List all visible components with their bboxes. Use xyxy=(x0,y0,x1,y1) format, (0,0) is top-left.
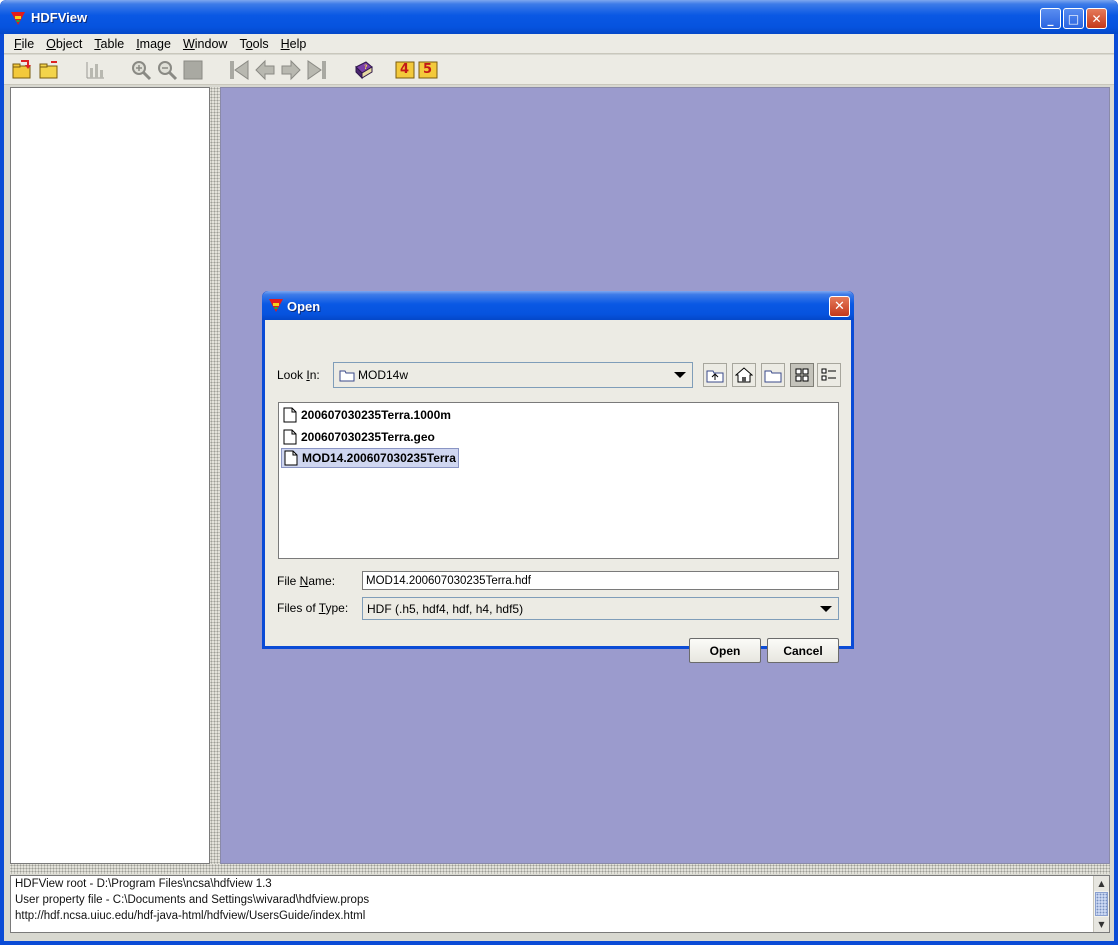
new-folder-icon xyxy=(764,370,782,383)
status-log-pane[interactable]: HDFView root - D:\Program Files\ncsa\hdf… xyxy=(10,875,1110,933)
menu-file[interactable]: File xyxy=(10,37,42,51)
dialog-title: Open xyxy=(287,299,321,314)
menu-window[interactable]: Window xyxy=(179,37,235,51)
zoom-out-button[interactable] xyxy=(155,58,179,82)
svg-text:?: ? xyxy=(364,64,368,71)
scroll-down-arrow-icon[interactable]: ▼ xyxy=(1094,917,1109,932)
details-view-icon xyxy=(821,368,836,381)
look-in-label: Look In: xyxy=(277,368,320,382)
list-item-selected[interactable]: MOD14.200607030235Terra xyxy=(281,448,459,468)
close-icon: ✕ xyxy=(1091,11,1102,26)
details-view-button[interactable] xyxy=(817,363,841,387)
menu-object[interactable]: Object xyxy=(42,37,90,51)
tree-view-pane[interactable] xyxy=(10,87,210,864)
title-bar[interactable]: HDFView _ □ ✕ xyxy=(0,0,1118,34)
next-page-icon xyxy=(281,59,301,81)
toolbar: ? 4 5 xyxy=(4,55,1114,85)
folder-icon xyxy=(339,370,355,382)
scroll-thumb[interactable] xyxy=(1095,892,1108,916)
list-view-icon xyxy=(795,368,809,382)
list-view-button[interactable] xyxy=(790,363,814,387)
list-item[interactable]: 200607030235Terra.geo xyxy=(281,427,437,447)
help-book-icon: ? xyxy=(355,61,373,80)
open-dialog: Open ✕ Look In: MOD14w 200607030235Terra… xyxy=(262,291,854,663)
look-in-combo[interactable]: MOD14w xyxy=(333,362,693,388)
chart-icon xyxy=(86,62,104,79)
chevron-down-icon[interactable] xyxy=(674,372,686,378)
hdfview-app-icon xyxy=(269,299,283,312)
hdf4-label: 4 xyxy=(400,62,410,77)
list-item[interactable]: 200607030235Terra.1000m xyxy=(281,405,453,425)
stop-icon xyxy=(183,60,203,80)
hdf5-label: 5 xyxy=(423,62,433,77)
help-book-button[interactable]: ? xyxy=(351,58,375,82)
maximize-icon: □ xyxy=(1067,11,1080,26)
chart-button[interactable] xyxy=(83,58,107,82)
vertical-splitter[interactable] xyxy=(210,87,220,864)
file-name-label: File Name: xyxy=(277,574,336,588)
previous-page-icon xyxy=(255,59,275,81)
menu-tools[interactable]: Tools xyxy=(235,37,276,51)
menu-image[interactable]: Image xyxy=(132,37,179,51)
home-button[interactable] xyxy=(732,363,756,387)
close-icon: ✕ xyxy=(834,299,845,314)
menu-table[interactable]: Table xyxy=(90,37,132,51)
file-name-text: 200607030235Terra.geo xyxy=(301,430,435,444)
open-folder-button[interactable] xyxy=(37,58,61,82)
dialog-close-button[interactable]: ✕ xyxy=(829,296,850,317)
hdfview-app-icon xyxy=(11,12,25,25)
files-of-type-value: HDF (.h5, hdf4, hdf, h4, hdf5) xyxy=(367,601,524,616)
status-line-props: User property file - C:\Documents and Se… xyxy=(15,894,370,906)
file-icon xyxy=(284,450,298,466)
file-icon xyxy=(283,429,297,445)
dialog-title-bar[interactable]: Open ✕ xyxy=(262,291,854,320)
files-of-type-combo[interactable]: HDF (.h5, hdf4, hdf, h4, hdf5) xyxy=(362,597,839,620)
file-name-text: 200607030235Terra.1000m xyxy=(301,408,451,422)
files-of-type-label: Files of Type: xyxy=(277,601,349,615)
hdf5-button[interactable]: 5 xyxy=(417,58,439,82)
menu-bar: File Object Table Image Window Tools Hel… xyxy=(4,34,1114,54)
next-page-button[interactable] xyxy=(279,58,303,82)
open-folder-icon xyxy=(39,61,58,79)
zoom-in-icon xyxy=(132,61,152,81)
last-page-button[interactable] xyxy=(305,58,329,82)
status-line-root: HDFView root - D:\Program Files\ncsa\hdf… xyxy=(15,878,272,890)
up-one-level-button[interactable] xyxy=(703,363,727,387)
new-folder-button[interactable] xyxy=(761,363,785,387)
maximize-button[interactable]: □ xyxy=(1063,8,1084,29)
look-in-value: MOD14w xyxy=(358,368,409,382)
chevron-down-icon[interactable] xyxy=(820,605,832,612)
hdf4-button[interactable]: 4 xyxy=(394,58,416,82)
file-list[interactable]: 200607030235Terra.1000m 200607030235Terr… xyxy=(278,402,839,559)
file-name-text: MOD14.200607030235Terra xyxy=(302,451,456,465)
menu-help[interactable]: Help xyxy=(277,37,315,51)
file-name-field[interactable]: MOD14.200607030235Terra.hdf xyxy=(362,571,839,590)
open-file-icon xyxy=(12,60,31,79)
stop-button[interactable] xyxy=(181,58,205,82)
first-page-button[interactable] xyxy=(227,58,251,82)
minimize-icon: _ xyxy=(1047,11,1054,26)
previous-page-button[interactable] xyxy=(253,58,277,82)
up-folder-icon xyxy=(706,370,724,383)
window-title: HDFView xyxy=(31,10,88,25)
scroll-up-arrow-icon[interactable]: ▲ xyxy=(1094,876,1109,891)
minimize-button[interactable]: _ xyxy=(1040,8,1061,29)
horizontal-splitter[interactable] xyxy=(10,864,1110,874)
cancel-button[interactable]: Cancel xyxy=(767,638,839,663)
zoom-in-button[interactable] xyxy=(129,58,153,82)
dialog-body: Look In: MOD14w 200607030235Terra.1000m xyxy=(265,320,851,663)
status-line-url: http://hdf.ncsa.uiuc.edu/hdf-java-html/h… xyxy=(15,910,366,922)
zoom-out-icon xyxy=(158,61,178,81)
open-file-button[interactable] xyxy=(10,58,34,82)
close-button[interactable]: ✕ xyxy=(1086,8,1107,29)
home-icon xyxy=(735,367,753,383)
open-button[interactable]: Open xyxy=(689,638,761,663)
file-icon xyxy=(283,407,297,423)
last-page-icon xyxy=(307,60,326,80)
first-page-icon xyxy=(230,60,249,80)
status-scrollbar[interactable]: ▲ ▼ xyxy=(1093,876,1109,932)
